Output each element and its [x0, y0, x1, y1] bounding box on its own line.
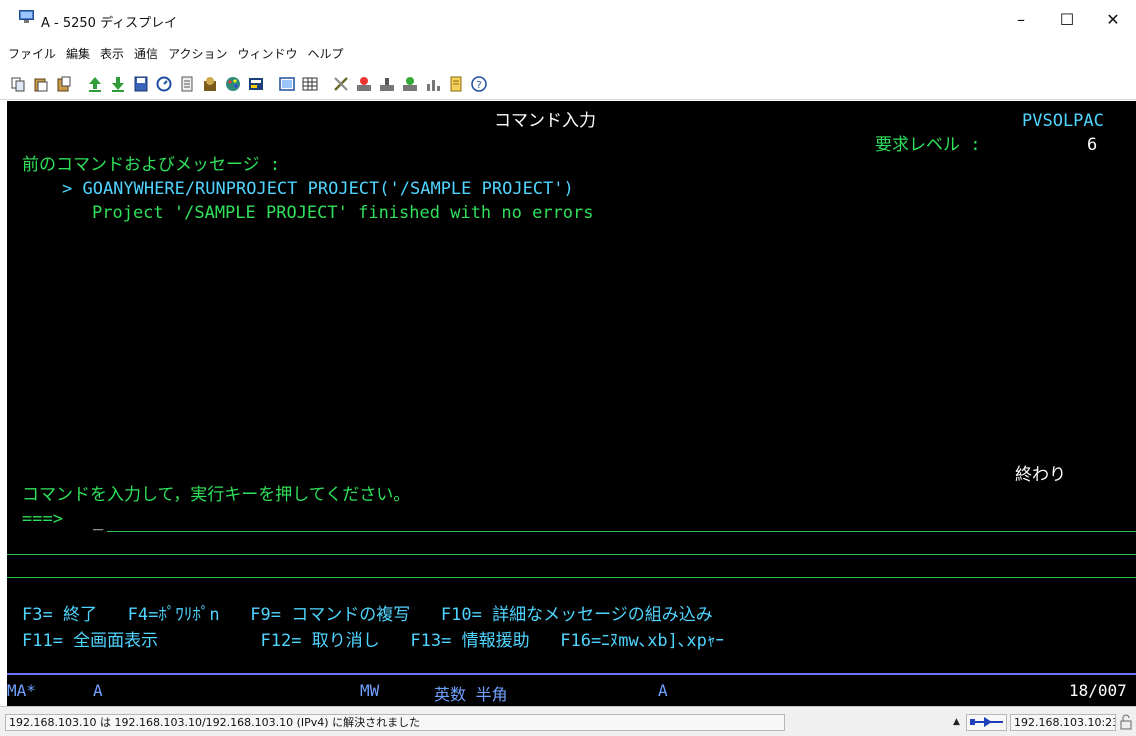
command-line-underline[interactable]	[107, 531, 1136, 532]
terminal-app-icon	[19, 10, 34, 23]
menu-bar: ファイル 編集 表示 通信 アクション ウィンドウ ヘルプ	[0, 38, 1136, 68]
previous-command: > GOANYWHERE/RUNPROJECT PROJECT('/SAMPLE…	[62, 179, 574, 199]
disk-icon[interactable]	[133, 76, 149, 92]
function-keys-row-1: F3= 終了 F4=ﾎﾟﾜﾘﾎﾟn F9= コマンドの複写 F10= 詳細なメッ…	[22, 605, 713, 625]
chart-icon[interactable]	[425, 76, 441, 92]
notes-icon[interactable]	[448, 76, 464, 92]
lock-icon	[1120, 714, 1132, 730]
keypad-icon[interactable]	[302, 76, 318, 92]
menu-edit[interactable]: 編集	[66, 45, 90, 62]
connection-icon	[970, 717, 1003, 727]
menu-help[interactable]: ヘルプ	[307, 45, 343, 62]
toolbar: ?	[0, 68, 1136, 100]
receive-icon[interactable]	[110, 76, 126, 92]
macro-icon[interactable]	[202, 76, 218, 92]
oia-session: A	[93, 681, 103, 700]
instruction-text: コマンドを入力して，実行キーを押してください。	[22, 485, 411, 505]
cursor-position: 18/007	[1069, 681, 1127, 700]
copy-icon[interactable]	[10, 76, 26, 92]
record-icon[interactable]	[156, 76, 172, 92]
command-line-underline[interactable]	[7, 554, 1136, 555]
menu-view[interactable]: 表示	[100, 45, 124, 62]
status-message: 192.168.103.10 は 192.168.103.10/192.168.…	[5, 714, 785, 731]
maximize-icon: ☐	[1059, 9, 1075, 29]
transfer-icon[interactable]	[379, 76, 395, 92]
previous-messages-label: 前のコマンドおよびメッセージ :	[22, 155, 281, 175]
status-line-separator	[7, 673, 1136, 675]
command-line-underline[interactable]	[7, 577, 1136, 578]
scroll-up-icon[interactable]: ▲	[953, 717, 960, 727]
tools-icon[interactable]	[333, 76, 349, 92]
function-keys-row-2: F11= 全画面表示 F12= 取り消し F13= 情報援助 F16=ﾆﾇmw､…	[22, 631, 724, 651]
minimize-icon: –	[1017, 9, 1025, 29]
request-level-value: 6	[1087, 135, 1098, 155]
maximize-button[interactable]: ☐	[1044, 0, 1090, 38]
connection-address: 192.168.103.10:23	[1010, 714, 1116, 731]
request-level-label: 要求レベル :	[875, 135, 981, 155]
command-prompt: ===>	[22, 509, 63, 529]
close-button[interactable]: ✕	[1090, 0, 1136, 38]
minimize-button[interactable]: –	[998, 0, 1044, 38]
setup-icon[interactable]	[248, 76, 264, 92]
script-icon[interactable]	[179, 76, 195, 92]
terminal-screen[interactable]: コマンド入力 PVSOLPAC 要求レベル : 6 前のコマンドおよびメッセージ…	[7, 101, 1136, 706]
transfer-up-icon[interactable]	[356, 76, 372, 92]
send-icon[interactable]	[87, 76, 103, 92]
window-title: A - 5250 ディスプレイ	[41, 16, 178, 31]
menu-window[interactable]: ウィンドウ	[237, 45, 297, 62]
menu-file[interactable]: ファイル	[8, 45, 56, 62]
text-cursor: _	[93, 511, 104, 531]
end-label: 終わり	[1015, 465, 1066, 485]
oia-input-mode: 英数 半角	[434, 685, 508, 704]
oia-mw: MW	[360, 681, 380, 700]
transfer-down-icon[interactable]	[402, 76, 418, 92]
system-name: PVSOLPAC	[1022, 111, 1104, 131]
palette-icon[interactable]	[225, 76, 241, 92]
connection-status	[966, 714, 1007, 731]
oia-session-2: A	[658, 681, 668, 700]
close-icon: ✕	[1106, 9, 1120, 29]
menu-action[interactable]: アクション	[168, 45, 227, 62]
oia-message-waiting: MA*	[7, 681, 36, 700]
svg-text:?: ?	[476, 80, 481, 91]
help-icon[interactable]: ?	[471, 75, 487, 92]
display-icon[interactable]	[279, 76, 295, 92]
previous-message: Project '/SAMPLE PROJECT' finished with …	[92, 203, 594, 223]
paste-next-icon[interactable]	[56, 76, 72, 92]
title-bar: A - 5250 ディスプレイ – ☐ ✕	[0, 0, 1136, 38]
paste-icon[interactable]	[33, 76, 49, 92]
menu-communication[interactable]: 通信	[134, 45, 158, 62]
status-bar: 192.168.103.10 は 192.168.103.10/192.168.…	[0, 706, 1136, 736]
screen-title: コマンド入力	[494, 111, 596, 131]
